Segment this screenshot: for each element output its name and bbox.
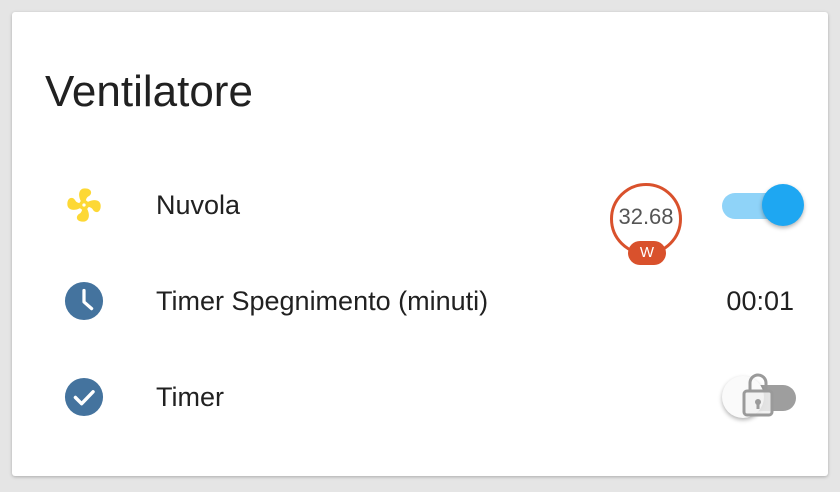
timer-value: 00:01 [726, 286, 794, 316]
entity-row-timer-spegnimento[interactable]: Timer Spegnimento (minuti) 00:01 [12, 261, 828, 341]
clock-icon[interactable] [64, 281, 104, 321]
entity-name: Nuvola [156, 190, 241, 220]
timer-toggle[interactable] [722, 373, 796, 419]
entities-card: Ventilatore Nuvola 32.68 W Timer Spegnim… [12, 12, 828, 476]
fan-icon[interactable] [64, 185, 104, 225]
nuvola-toggle[interactable] [722, 183, 804, 227]
card-title: Ventilatore [45, 67, 253, 116]
entity-name: Timer Spegnimento (minuti) [156, 286, 489, 316]
toggle-thumb [762, 184, 804, 226]
power-badge[interactable]: 32.68 W [610, 183, 682, 265]
power-value: 32.68 [618, 204, 674, 229]
check-circle-icon[interactable] [64, 377, 104, 417]
entity-row-timer[interactable]: Timer [12, 357, 828, 437]
entity-row-nuvola[interactable]: Nuvola 32.68 W [12, 165, 828, 265]
entity-name: Timer [156, 382, 224, 412]
lock-icon [742, 373, 774, 417]
